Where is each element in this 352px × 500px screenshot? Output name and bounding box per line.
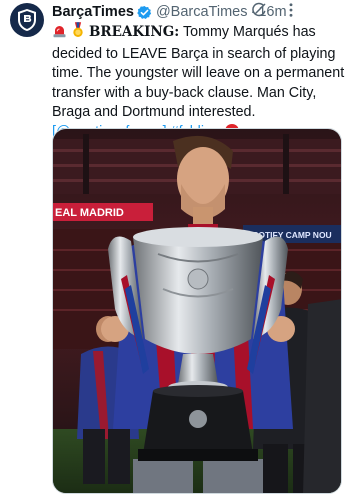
siren-emoji-icon — [52, 23, 67, 45]
author-name[interactable]: BarçaTimes — [52, 4, 134, 20]
more-options-icon[interactable] — [282, 1, 300, 19]
banner-left-text: EAL MADRID — [55, 207, 124, 219]
barcatimes-logo-icon — [18, 9, 36, 31]
grok-icon[interactable] — [250, 1, 268, 19]
trophy-photo: EAL MADRID SPOTIFY CAMP NOU — [53, 129, 341, 493]
author-handle[interactable]: @BarcaTimes — [156, 4, 248, 20]
medal-emoji-icon — [71, 22, 85, 45]
tweet-text: BREAKING: Tommy Marqués has decided to L… — [52, 22, 346, 142]
avatar[interactable] — [10, 3, 44, 37]
tweet-photo[interactable]: EAL MADRID SPOTIFY CAMP NOU — [52, 128, 342, 494]
tweet-header: BarçaTimes @BarcaTimes · 16m — [52, 2, 352, 22]
breaking-label: BREAKING: — [88, 24, 180, 40]
tweet[interactable]: BarçaTimes @BarcaTimes · 16m BREAKING: T… — [0, 0, 352, 500]
verified-badge-icon — [137, 5, 152, 20]
